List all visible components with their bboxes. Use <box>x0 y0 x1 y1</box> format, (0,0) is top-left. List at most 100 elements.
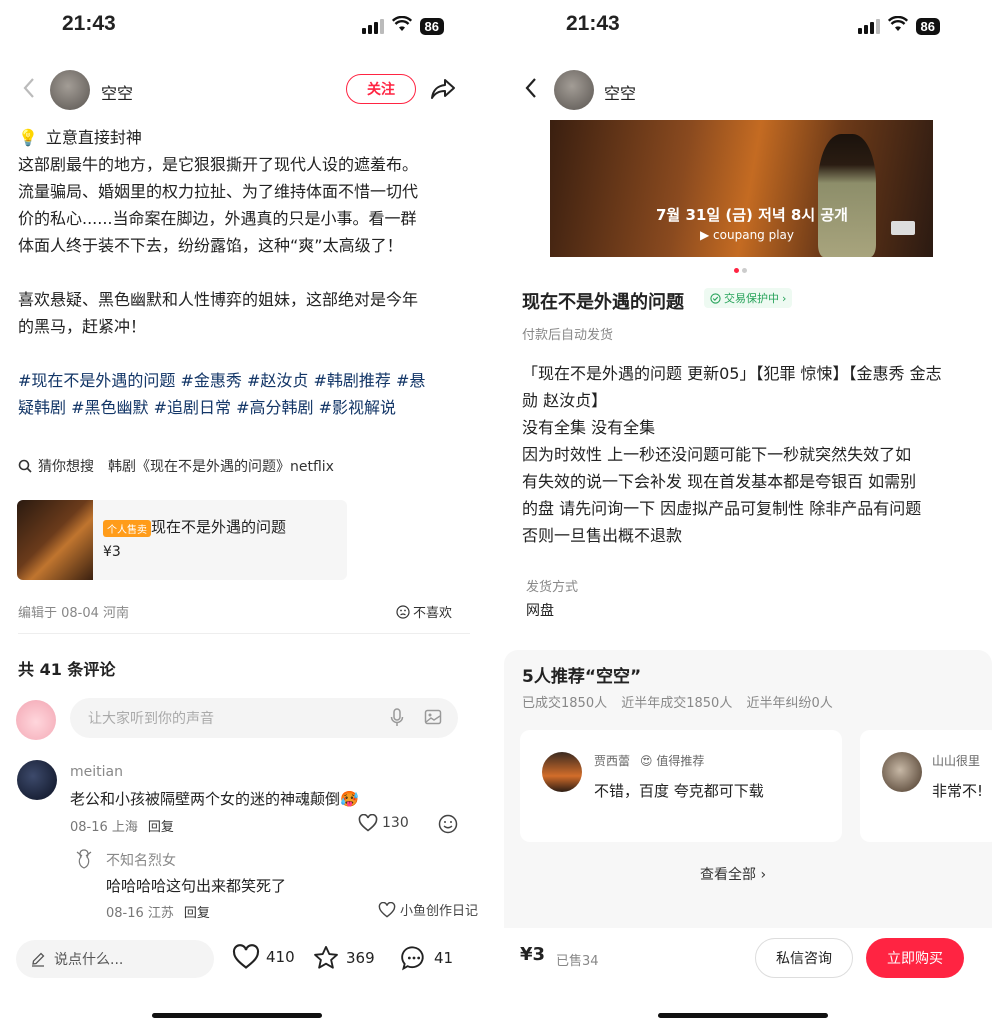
reply-avatar[interactable] <box>74 848 94 870</box>
status-bar: 21:43 86 <box>0 12 488 40</box>
status-time: 21:43 <box>566 12 620 35</box>
product-description: 「现在不是外遇的问题 更新05」【犯罪 惊悚】【金惠秀 金志 勋 赵汝贞】 没有… <box>522 360 972 549</box>
divider <box>18 633 470 634</box>
emoji-react-icon[interactable] <box>438 814 458 834</box>
product-thumbnail <box>17 500 93 580</box>
bottom-action-bar: 说点什么... 410 369 41 <box>0 936 488 982</box>
review-text: 不错，百度 夸克都可下载 <box>594 782 764 800</box>
banner-logo-icon <box>891 221 915 235</box>
review-card[interactable]: 山山很里 非常不! <box>860 730 992 842</box>
hashtag-line[interactable]: #现在不是外遇的问题 #金惠秀 #赵汝贞 #韩剧推荐 #悬 <box>18 367 470 394</box>
search-suggestion-label: 猜你想搜 <box>38 459 94 475</box>
status-time: 21:43 <box>62 12 116 35</box>
search-suggestion[interactable]: 猜你想搜 韩剧《现在不是外遇的问题》netflix <box>18 452 334 480</box>
share-icon[interactable] <box>430 76 456 102</box>
dislike-button[interactable]: 不喜欢 <box>396 602 452 621</box>
microphone-icon[interactable] <box>390 708 404 728</box>
pencil-icon <box>32 952 45 967</box>
watermark-text: 小鱼创作日记 <box>400 904 479 919</box>
see-all-button[interactable]: 查看全部 › <box>700 864 766 884</box>
reply-button[interactable]: 回复 <box>184 906 210 921</box>
carousel-dots <box>734 268 747 273</box>
desc-line: 「现在不是外遇的问题 更新05」【犯罪 惊悚】【金惠秀 金志 <box>522 364 942 383</box>
purchase-bar: ¥3 已售34 私信咨询 立即购买 <box>496 936 992 982</box>
edit-info: 编辑于 08-04 河南 <box>18 606 130 621</box>
post-detail-panel: 21:43 86 空空 关注 💡 立意直接封神 这部剧最牛的地方，是它狠狠撕开了… <box>0 0 488 1024</box>
search-icon <box>18 459 32 473</box>
buy-now-button[interactable]: 立即购买 <box>866 938 964 978</box>
post-line: 这部剧最牛的地方，是它狠狠撕开了现代人设的遮羞布。 <box>18 155 419 174</box>
comment-text: 老公和小孩被隔壁两个女的迷的神魂颠倒🥵 <box>70 790 359 808</box>
signal-icon <box>857 18 880 34</box>
reviewer-name: 山山很里 <box>932 754 981 768</box>
ship-method-label: 发货方式 <box>526 580 579 595</box>
home-indicator <box>152 1013 322 1018</box>
comment-button[interactable]: 41 <box>400 944 453 972</box>
reply-text: 哈哈哈哈这句出来都笑死了 <box>106 877 287 895</box>
reply-button[interactable]: 回复 <box>148 820 174 835</box>
comment-input[interactable]: 让大家听到你的声音 <box>70 698 458 738</box>
post-line: 的黑马，赶紧冲！ <box>18 317 147 336</box>
sold-count: 已售34 <box>556 954 599 969</box>
message-seller-button[interactable]: 私信咨询 <box>755 938 853 978</box>
post-line: 流量骗局、婚姻里的权力拉扯、为了维持体面不惜一切代 <box>18 182 419 201</box>
comments-count: 共 41 条评论 <box>18 660 116 679</box>
frown-icon <box>396 604 410 619</box>
commenter-avatar[interactable] <box>17 760 57 800</box>
reply-user-name[interactable]: 不知名烈女 <box>106 850 176 870</box>
carousel-dot <box>742 268 747 273</box>
author-name[interactable]: 空空 <box>101 80 133 104</box>
wifi-icon <box>887 15 908 36</box>
battery-icon: 86 <box>915 17 940 35</box>
like-button[interactable]: 410 <box>232 944 295 970</box>
hashtag-line[interactable]: 疑韩剧 #黑色幽默 #追剧日常 #高分韩剧 #影视解说 <box>18 394 470 421</box>
signal-icon <box>361 18 384 34</box>
product-detail-panel: 21:43 86 空空 7월 31일 (금) 저녁 8시 공개 ▶ coupan… <box>496 0 992 1024</box>
reply-like-button[interactable]: 小鱼创作日记 <box>378 900 478 919</box>
heart-icon <box>232 944 260 969</box>
panel-gap <box>488 0 496 1024</box>
product-title: 现在不是外遇的问题 <box>522 292 684 313</box>
product-name: 现在不是外遇的问题 <box>151 518 287 536</box>
wifi-icon <box>391 15 412 36</box>
comment-meta: 08-16 上海 回复 <box>70 820 174 835</box>
image-icon[interactable] <box>424 708 442 726</box>
carousel-dot-active <box>734 268 739 273</box>
product-badge: 个人售卖 <box>103 520 151 537</box>
recommend-tag: 😍 值得推荐 <box>640 754 705 768</box>
my-avatar <box>16 700 56 740</box>
trade-protection-badge[interactable]: 交易保护中 › <box>704 288 793 308</box>
banner-date-text: 7월 31일 (금) 저녁 8시 공개 <box>656 206 848 224</box>
reply-meta: 08-16 江苏 回复 <box>106 906 210 921</box>
post-line: 价的私心......当命案在脚边，外遇真的只是小事。看一群 <box>18 209 417 228</box>
lightbulb-icon: 💡 <box>18 128 38 147</box>
seller-avatar[interactable] <box>554 70 594 110</box>
comment-bubble-icon <box>401 946 424 971</box>
battery-icon: 86 <box>419 17 444 35</box>
comment-like-button[interactable]: 130 <box>358 814 409 832</box>
top-bar: 空空 <box>496 70 992 110</box>
shield-check-icon <box>710 292 721 304</box>
chevron-right-icon: › <box>782 291 787 305</box>
seller-name[interactable]: 空空 <box>604 80 636 104</box>
follow-button[interactable]: 关注 <box>346 74 416 104</box>
reviewer-avatar <box>882 752 922 792</box>
post-line: 喜欢悬疑、黑色幽默和人性博弈的姐妹，这部绝对是今年 <box>18 290 419 309</box>
product-banner-image[interactable]: 7월 31일 (금) 저녁 8시 공개 ▶ coupang play <box>550 120 933 257</box>
top-bar: 空空 关注 <box>0 70 488 110</box>
back-icon[interactable] <box>522 76 540 100</box>
screenshot-root: 21:43 86 空空 关注 💡 立意直接封神 这部剧最牛的地方，是它狠狠撕开了… <box>0 0 992 1024</box>
review-card[interactable]: 贾西蕾 😍 值得推荐 不错，百度 夸克都可下载 <box>520 730 842 842</box>
price: ¥3 <box>520 944 546 965</box>
home-indicator <box>658 1013 828 1018</box>
reviewer-name: 贾西蕾 <box>594 754 631 768</box>
back-icon[interactable] <box>20 76 38 100</box>
search-suggestion-query: 韩剧《现在不是外遇的问题》netflix <box>108 459 334 475</box>
collect-button[interactable]: 369 <box>312 944 375 972</box>
heart-icon <box>378 901 396 918</box>
product-card[interactable]: 个人售卖 现在不是外遇的问题 ¥3 <box>17 500 347 580</box>
author-avatar[interactable] <box>50 70 90 110</box>
say-something-input[interactable]: 说点什么... <box>16 940 214 978</box>
commenter-name[interactable]: meitian <box>70 764 123 780</box>
